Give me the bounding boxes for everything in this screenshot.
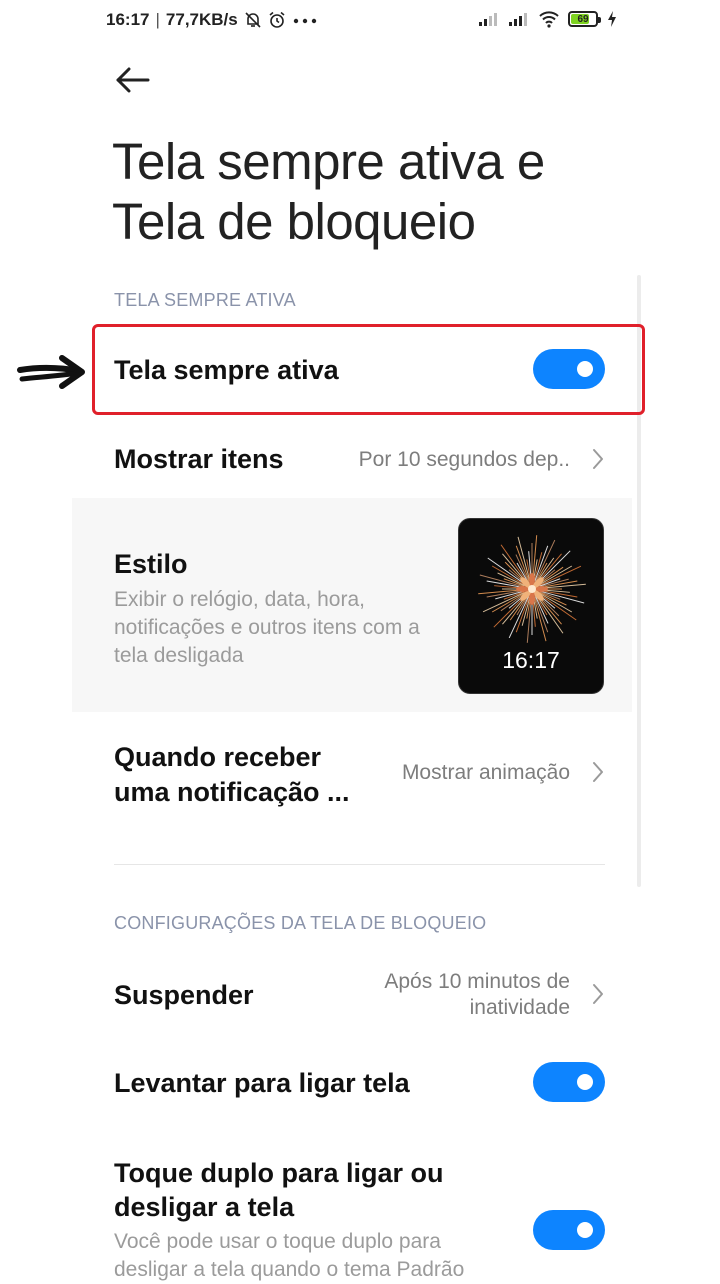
section-header-always-on: TELA SEMPRE ATIVA <box>114 290 296 310</box>
charging-icon <box>608 11 616 27</box>
battery-icon: 69 <box>568 11 601 27</box>
show-items-value[interactable]: Por 10 segundos dep.. <box>359 448 570 472</box>
alarm-icon <box>269 11 285 28</box>
bell-off-icon <box>245 12 261 28</box>
arrow-left-icon[interactable] <box>114 64 152 96</box>
more-dots-icon <box>293 18 316 24</box>
toggle-knob <box>577 1074 593 1090</box>
style-label: Estilo <box>114 549 188 579</box>
signal-icon <box>509 13 527 26</box>
double-tap-toggle[interactable] <box>533 1210 605 1250</box>
signal-icon <box>479 13 497 26</box>
double-tap-label[interactable]: Toque duplo para ligar ou desligar a tel… <box>114 1156 474 1224</box>
wifi-icon <box>539 11 559 28</box>
arrow-right-icon <box>17 355 85 389</box>
style-preview[interactable]: 16:17 <box>458 518 604 694</box>
highlight-box <box>92 324 645 415</box>
chevron-right-icon[interactable] <box>591 983 605 1005</box>
battery-level: 69 <box>577 13 589 25</box>
status-bar: 16:17 | 77,7KB/s 69 <box>0 0 720 44</box>
burst-center <box>528 585 536 593</box>
network-speed: 77,7KB/s <box>165 10 238 29</box>
status-time: 16:17 <box>106 10 150 29</box>
chevron-right-icon[interactable] <box>591 448 605 470</box>
burst <box>478 535 586 643</box>
sleep-label[interactable]: Suspender <box>114 980 254 1011</box>
double-tap-description: Você pode usar o toque duplo para deslig… <box>114 1230 465 1281</box>
divider <box>114 864 605 865</box>
notification-label[interactable]: Quando receber uma notificação ... <box>114 740 374 810</box>
status-separator: | <box>155 10 160 29</box>
raise-to-wake-toggle[interactable] <box>533 1062 605 1102</box>
section-header-lock-screen: CONFIGURAÇÕES DA TELA DE BLOQUEIO <box>114 913 487 933</box>
show-items-label[interactable]: Mostrar itens <box>114 444 284 475</box>
firework-graphic <box>478 535 586 643</box>
toggle-knob <box>577 1222 593 1238</box>
style-description: Exibir o relógio, data, hora, notificaçõ… <box>114 588 420 667</box>
sleep-value[interactable]: Após 10 minutos de inatividade <box>360 969 570 1021</box>
page-title: Tela sempre ativa e Tela de bloqueio <box>112 133 545 250</box>
preview-time: 16:17 <box>502 647 560 673</box>
raise-to-wake-label[interactable]: Levantar para ligar tela <box>114 1068 410 1099</box>
chevron-right-icon[interactable] <box>591 761 605 783</box>
status-right: 69 <box>478 10 618 28</box>
status-left: 16:17 | 77,7KB/s <box>106 10 318 30</box>
notification-value[interactable]: Mostrar animação <box>402 761 570 785</box>
